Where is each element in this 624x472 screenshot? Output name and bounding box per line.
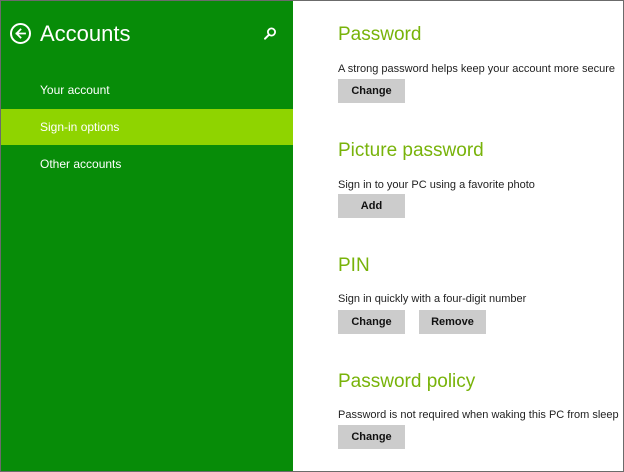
window-border bbox=[0, 0, 624, 472]
